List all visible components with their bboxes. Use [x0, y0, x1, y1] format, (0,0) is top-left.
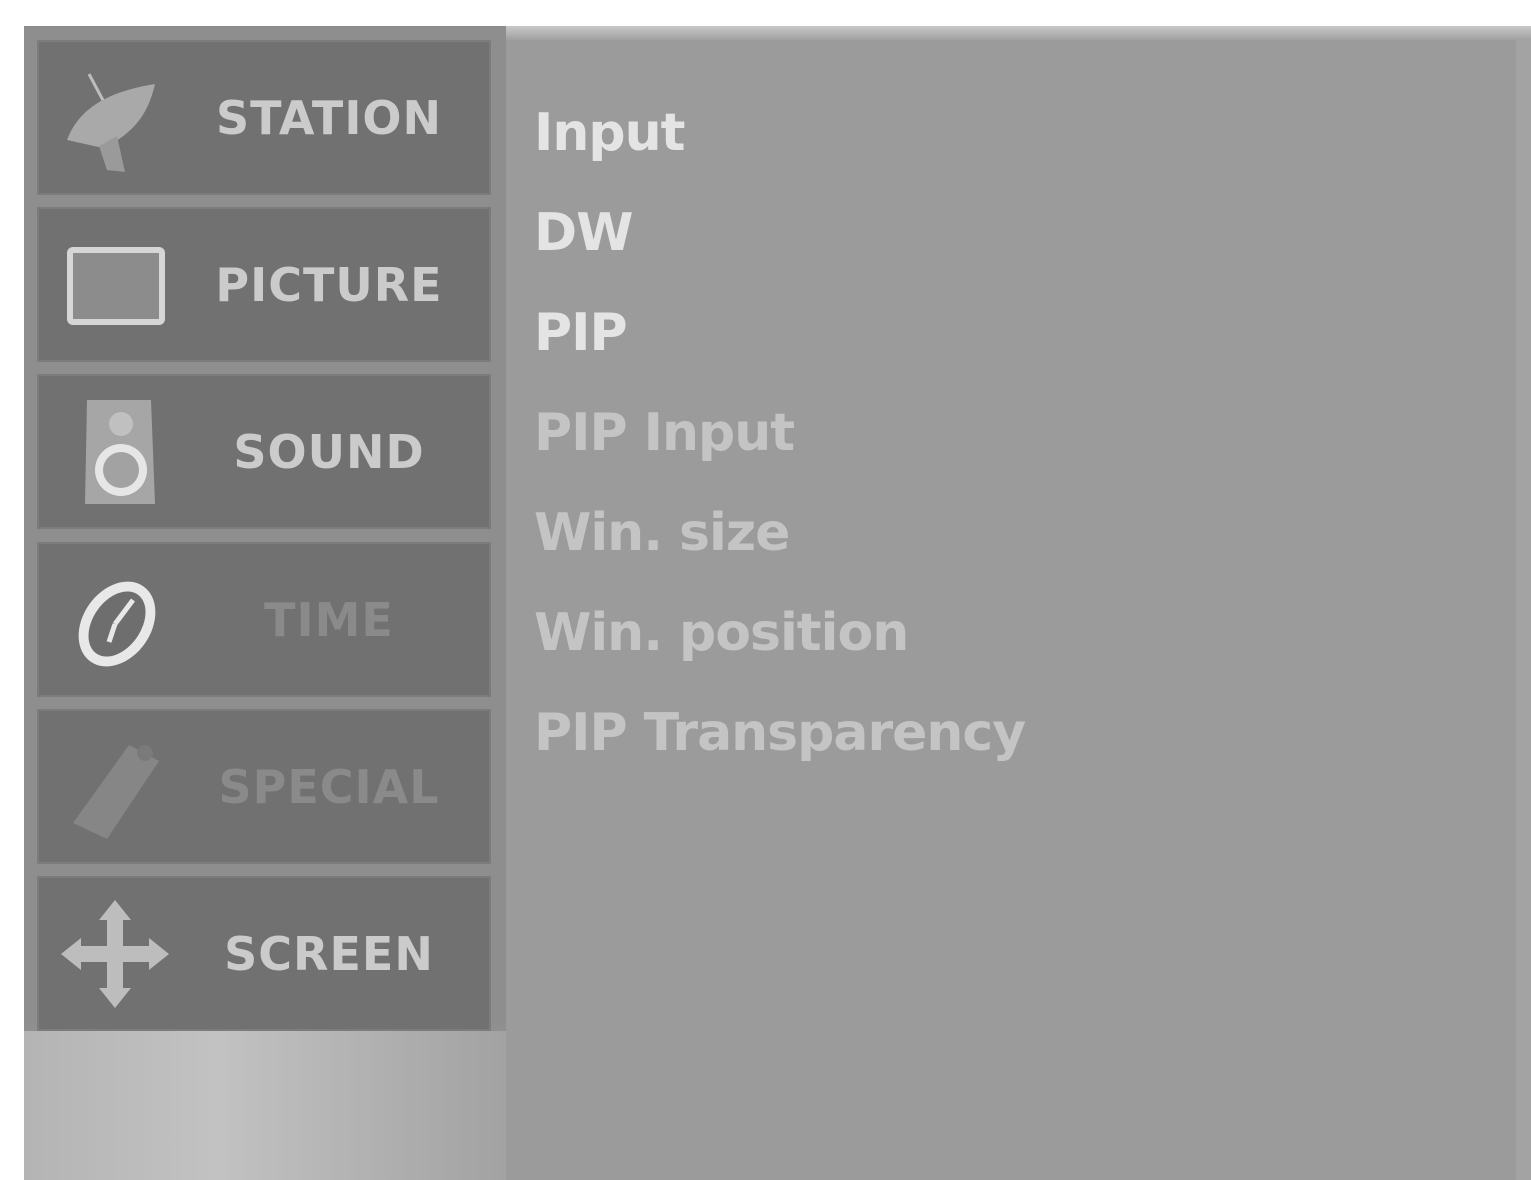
- pip-menu-panel: Input DW PIP PIP Input Win. size Win. po…: [506, 40, 1516, 1180]
- category-sidebar: STATION PICTURE SOUND TIME SPECIAL SCREE…: [24, 26, 506, 1180]
- sidebar-item-special[interactable]: SPECIAL: [37, 709, 491, 864]
- sidebar-item-screen[interactable]: SCREEN: [37, 876, 491, 1031]
- menu-option-pip[interactable]: PIP: [534, 293, 628, 373]
- sidebar-item-time[interactable]: TIME: [37, 542, 491, 697]
- speaker-icon: [59, 396, 171, 508]
- tag-icon: [59, 731, 171, 843]
- sidebar-item-sound[interactable]: SOUND: [37, 374, 491, 529]
- menu-option-dw[interactable]: DW: [534, 193, 634, 273]
- panel-top-edge: [506, 26, 1531, 40]
- menu-option-input[interactable]: Input: [534, 93, 685, 173]
- sidebar-item-label: SCREEN: [224, 926, 434, 981]
- osd-menu: STATION PICTURE SOUND TIME SPECIAL SCREE…: [24, 26, 1531, 1180]
- sidebar-item-station[interactable]: STATION: [37, 40, 491, 195]
- move-arrows-icon: [59, 898, 171, 1010]
- sidebar-item-picture[interactable]: PICTURE: [37, 207, 491, 362]
- menu-option-win-size[interactable]: Win. size: [534, 493, 790, 573]
- satellite-dish-icon: [59, 62, 171, 174]
- menu-option-pip-input[interactable]: PIP Input: [534, 393, 795, 473]
- sidebar-item-label: SOUND: [233, 424, 425, 479]
- menu-option-pip-transparency[interactable]: PIP Transparency: [534, 693, 1026, 773]
- sidebar-footer: [24, 1031, 506, 1180]
- sidebar-item-label: PICTURE: [215, 257, 443, 312]
- menu-option-win-position[interactable]: Win. position: [534, 593, 909, 673]
- sidebar-item-label: STATION: [215, 90, 443, 145]
- sidebar-item-label: SPECIAL: [218, 759, 440, 814]
- tv-screen-icon: [59, 229, 171, 341]
- clock-icon: [59, 564, 171, 676]
- sidebar-item-label: TIME: [264, 592, 394, 647]
